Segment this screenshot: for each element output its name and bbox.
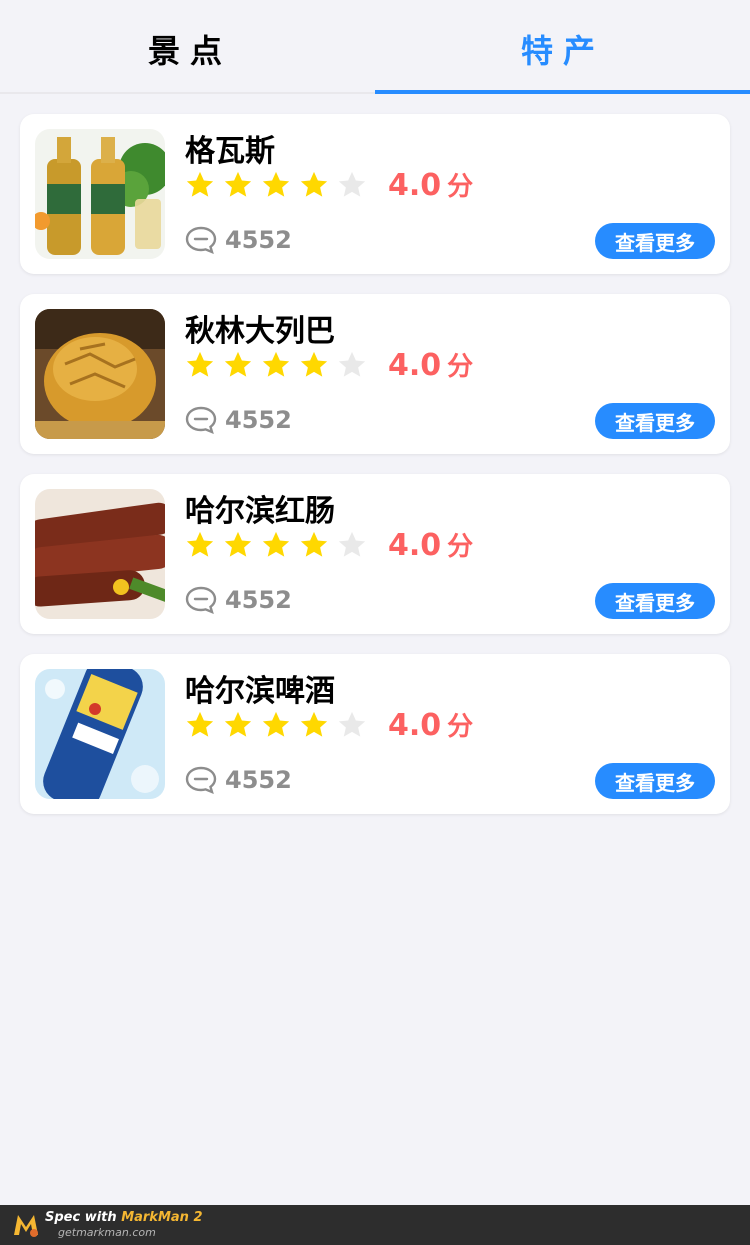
comment-count: 4552 — [225, 406, 292, 434]
footer-spec-text: Spec with MarkMan 2 — [45, 1210, 203, 1225]
markman-footer: Spec with MarkMan 2 getmarkman.com — [0, 1205, 750, 1245]
score-unit: 分 — [447, 172, 474, 202]
star-filled-icon — [262, 171, 290, 197]
product-image-sausage — [35, 489, 165, 619]
comment-count: 4552 — [225, 766, 292, 794]
product-title[interactable]: 哈尔滨啤酒 — [185, 666, 335, 710]
rating-score: 4.0 分 — [388, 166, 473, 203]
footer-spec-prefix: Spec with — [45, 1210, 122, 1225]
star-filled-icon — [224, 171, 252, 197]
star-filled-icon — [300, 531, 328, 557]
star-filled-icon — [300, 351, 328, 377]
star-filled-icon — [186, 531, 214, 557]
star-filled-icon — [262, 711, 290, 737]
comment-bubble-icon — [185, 406, 217, 434]
view-more-button[interactable]: 查看更多 — [595, 763, 715, 799]
star-empty-icon — [338, 351, 366, 377]
comment-bubble-icon — [185, 226, 217, 254]
score-value: 4.0 — [388, 348, 442, 383]
star-filled-icon — [262, 531, 290, 557]
star-filled-icon — [300, 171, 328, 197]
rating-score: 4.0 分 — [388, 706, 473, 743]
star-filled-icon — [262, 351, 290, 377]
star-filled-icon — [186, 711, 214, 737]
star-filled-icon — [186, 171, 214, 197]
product-title[interactable]: 秋林大列巴 — [185, 306, 335, 350]
product-title[interactable]: 格瓦斯 — [185, 126, 275, 170]
view-more-button[interactable]: 查看更多 — [595, 223, 715, 259]
product-card[interactable]: 格瓦斯 4.0 分 4552 查看更多 — [20, 114, 730, 274]
product-card[interactable]: 哈尔滨啤酒 4.0 分 4552 查看更多 — [20, 654, 730, 814]
star-filled-icon — [224, 351, 252, 377]
rating-score: 4.0 分 — [388, 346, 473, 383]
score-value: 4.0 — [388, 528, 442, 563]
comment-info: 4552 — [185, 226, 292, 254]
product-title[interactable]: 哈尔滨红肠 — [185, 486, 335, 530]
star-empty-icon — [338, 531, 366, 557]
rating-stars — [185, 530, 375, 560]
star-filled-icon — [224, 711, 252, 737]
comment-info: 4552 — [185, 586, 292, 614]
product-card[interactable]: 秋林大列巴 4.0 分 4552 查看更多 — [20, 294, 730, 454]
markman-logo-icon — [14, 1215, 38, 1237]
active-tab-indicator — [375, 90, 750, 94]
product-card[interactable]: 哈尔滨红肠 4.0 分 4552 查看更多 — [20, 474, 730, 634]
footer-url[interactable]: getmarkman.com — [58, 1226, 156, 1239]
tab-scenic[interactable]: 景点 — [148, 26, 232, 72]
star-filled-icon — [224, 531, 252, 557]
comment-bubble-icon — [185, 766, 217, 794]
score-unit: 分 — [447, 352, 474, 382]
view-more-button[interactable]: 查看更多 — [595, 583, 715, 619]
product-image-kvass — [35, 129, 165, 259]
tab-specialty[interactable]: 特产 — [521, 26, 605, 72]
rating-stars — [185, 350, 375, 380]
product-image-beer — [35, 669, 165, 799]
tab-bar: 景点 特产 — [0, 0, 750, 94]
score-value: 4.0 — [388, 168, 442, 203]
star-filled-icon — [300, 711, 328, 737]
comment-count: 4552 — [225, 226, 292, 254]
score-unit: 分 — [447, 532, 474, 562]
rating-stars — [185, 710, 375, 740]
rating-score: 4.0 分 — [388, 526, 473, 563]
product-image-bread — [35, 309, 165, 439]
comment-info: 4552 — [185, 406, 292, 434]
score-unit: 分 — [447, 712, 474, 742]
comment-count: 4552 — [225, 586, 292, 614]
rating-stars — [185, 170, 375, 200]
star-empty-icon — [338, 711, 366, 737]
comment-info: 4552 — [185, 766, 292, 794]
star-filled-icon — [186, 351, 214, 377]
comment-bubble-icon — [185, 586, 217, 614]
star-empty-icon — [338, 171, 366, 197]
score-value: 4.0 — [388, 708, 442, 743]
view-more-button[interactable]: 查看更多 — [595, 403, 715, 439]
footer-brand: MarkMan 2 — [121, 1210, 203, 1225]
